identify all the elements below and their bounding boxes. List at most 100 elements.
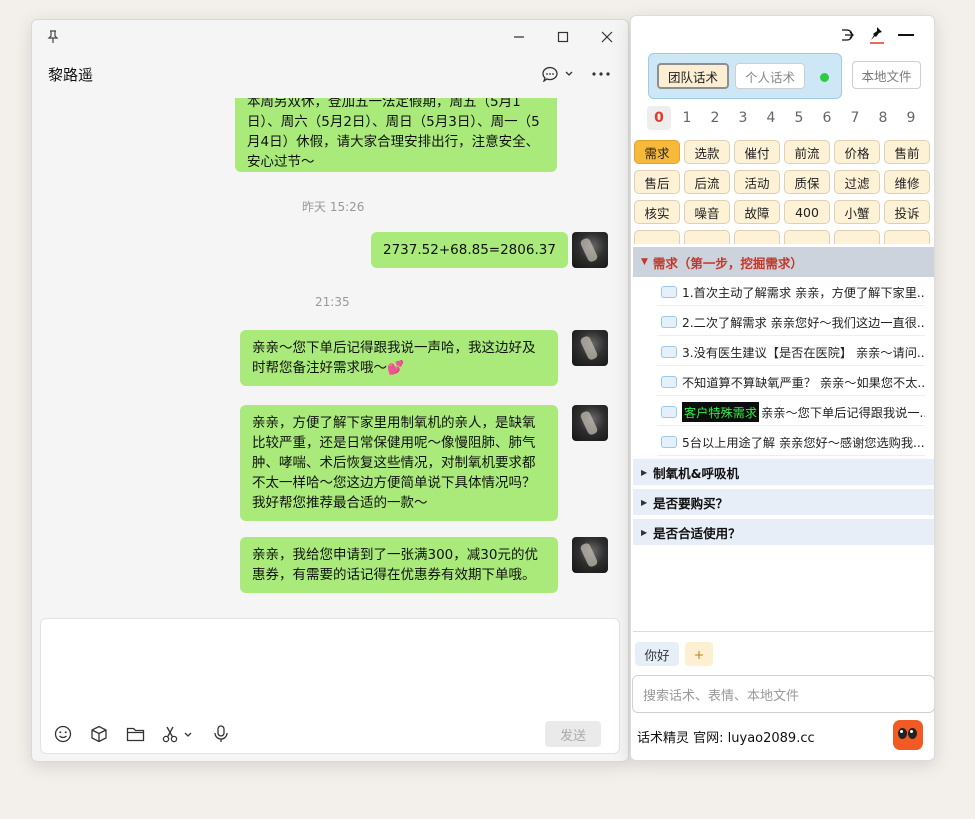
- category-chip[interactable]: 活动: [734, 170, 780, 194]
- send-button[interactable]: 发送: [545, 721, 601, 747]
- category-chip[interactable]: 过滤: [834, 170, 880, 194]
- category-chip-partial[interactable]: [684, 230, 730, 244]
- caret-right-icon: ▶: [641, 497, 648, 507]
- search-input[interactable]: 搜索话术、表情、本地文件: [632, 675, 934, 713]
- caret-right-icon: ▶: [641, 527, 648, 537]
- number-0[interactable]: 0: [647, 106, 671, 130]
- category-chip[interactable]: 故障: [734, 200, 780, 224]
- avatar[interactable]: [572, 537, 608, 573]
- script-tabs: 团队话术 个人话术: [648, 53, 842, 99]
- category-chip[interactable]: 投诉: [884, 200, 930, 224]
- status-indicator: [820, 73, 829, 82]
- avatar[interactable]: [572, 330, 608, 366]
- script-text: 亲亲～您下单后记得跟我说一...: [761, 405, 925, 420]
- quick-reply-chip[interactable]: 你好: [635, 642, 679, 666]
- timestamp: 昨天 15:26: [302, 200, 365, 214]
- local-files-button[interactable]: 本地文件: [852, 61, 921, 89]
- caret-right-icon: ▶: [641, 467, 648, 477]
- category-chip-partial[interactable]: [834, 230, 880, 244]
- script-item[interactable]: 不知道算不算缺氧严重？ 亲亲～如果您不太...: [657, 368, 925, 396]
- section-header[interactable]: ▼ 需求（第一步，挖掘需求）: [633, 247, 934, 277]
- number-1[interactable]: 1: [675, 106, 699, 130]
- message-icon: [661, 345, 677, 358]
- avatar[interactable]: [572, 405, 608, 441]
- group-row[interactable]: ▶ 是否合适使用？: [633, 519, 934, 545]
- cube-icon[interactable]: [88, 723, 110, 745]
- group-row[interactable]: ▶ 是否要购买？: [633, 489, 934, 515]
- group-title: 是否要购买？: [653, 495, 729, 511]
- script-item[interactable]: 1.首次主动了解需求 亲亲，方便了解下家里...: [657, 278, 925, 306]
- emoji-icon[interactable]: [52, 723, 74, 745]
- number-row: 0 1 2 3 4 5 6 7 8 9: [647, 106, 934, 132]
- category-chip[interactable]: 维修: [884, 170, 930, 194]
- category-chip-partial[interactable]: [884, 230, 930, 244]
- category-chip[interactable]: 价格: [834, 140, 880, 164]
- group-title: 是否合适使用？: [653, 525, 741, 541]
- number-3[interactable]: 3: [731, 106, 755, 130]
- category-chip[interactable]: 选款: [684, 140, 730, 164]
- category-chip[interactable]: 需求: [634, 140, 680, 164]
- minimize-icon[interactable]: [896, 25, 916, 45]
- pin-icon[interactable]: [867, 25, 887, 45]
- avatar[interactable]: [572, 232, 608, 268]
- number-2[interactable]: 2: [703, 106, 727, 130]
- category-chip[interactable]: 核实: [634, 200, 680, 224]
- minimize-button[interactable]: [508, 26, 530, 48]
- script-text: 5台以上用途了解 亲亲您好～感谢您选购我...: [682, 435, 925, 450]
- category-chip[interactable]: 400: [784, 200, 830, 224]
- message-bubble[interactable]: 本周另双休，登加五一法定假期，周五（5月1日）、周六（5月2日）、周日（5月3日…: [235, 98, 557, 172]
- number-4[interactable]: 4: [759, 106, 783, 130]
- more-icon[interactable]: [590, 62, 612, 86]
- maximize-button[interactable]: [552, 26, 574, 48]
- script-item[interactable]: 客户特殊需求 亲亲～您下单后记得跟我说一...: [657, 398, 925, 426]
- scissors-icon[interactable]: [161, 723, 197, 745]
- number-5[interactable]: 5: [787, 106, 811, 130]
- category-chip[interactable]: 售前: [884, 140, 930, 164]
- pin-icon[interactable]: [42, 26, 64, 48]
- number-8[interactable]: 8: [871, 106, 895, 130]
- footer-text: 话术精灵 官网: luyao2089.cc: [637, 731, 815, 746]
- message-list[interactable]: 本周另双休，登加五一法定假期，周五（5月1日）、周六（5月2日）、周日（5月3日…: [32, 98, 628, 618]
- tab-team-scripts[interactable]: 团队话术: [657, 63, 729, 89]
- category-chip[interactable]: 质保: [784, 170, 830, 194]
- script-text: 不知道算不算缺氧严重？ 亲亲～如果您不太...: [682, 375, 925, 390]
- chat-options-icon[interactable]: [540, 62, 576, 86]
- script-item[interactable]: 3.没有医生建议【是否在医院】 亲亲～请问...: [657, 338, 925, 366]
- category-chip[interactable]: 后流: [684, 170, 730, 194]
- microphone-icon[interactable]: [210, 723, 232, 745]
- category-chip[interactable]: 售后: [634, 170, 680, 194]
- chat-header: 黎路遥: [32, 56, 628, 96]
- script-assistant-panel: 团队话术 个人话术 本地文件 0 1 2 3 4 5 6 7 8 9 需求 选款…: [630, 15, 935, 761]
- script-item[interactable]: 2.二次了解需求 亲亲您好～我们这边一直很...: [657, 308, 925, 336]
- number-6[interactable]: 6: [815, 106, 839, 130]
- divider: [633, 631, 933, 632]
- group-row[interactable]: ▶ 制氧机&呼吸机: [633, 459, 934, 485]
- script-tag: 客户特殊需求: [682, 401, 760, 422]
- message-bubble[interactable]: 亲亲，我给您申请到了一张满300，减30元的优惠券，有需要的话记得在优惠券有效期…: [240, 537, 558, 593]
- tab-personal-scripts[interactable]: 个人话术: [735, 63, 805, 89]
- exit-icon[interactable]: [837, 25, 857, 45]
- category-chip[interactable]: 前流: [784, 140, 830, 164]
- message-bubble[interactable]: 亲亲～您下单后记得跟我说一声哈，我这边好及时帮您备注好需求哦～💕: [240, 330, 558, 386]
- caret-down-icon: ▼: [641, 257, 648, 267]
- category-chip[interactable]: 噪音: [684, 200, 730, 224]
- script-text: 1.首次主动了解需求 亲亲，方便了解下家里...: [682, 285, 925, 300]
- category-chip-partial[interactable]: [634, 230, 680, 244]
- category-chip-partial[interactable]: [734, 230, 780, 244]
- message-bubble[interactable]: 亲亲，方便了解下家里用制氧机的亲人，是缺氧比较严重，还是日常保健用呢～像慢阻肺、…: [240, 405, 558, 521]
- category-chip[interactable]: 催付: [734, 140, 780, 164]
- message-bubble[interactable]: 2737.52+68.85=2806.37: [371, 232, 568, 268]
- close-button[interactable]: [596, 26, 618, 48]
- category-chip[interactable]: 小蟹: [834, 200, 880, 224]
- section-title: 需求（第一步，挖掘需求）: [652, 255, 803, 271]
- number-7[interactable]: 7: [843, 106, 867, 130]
- folder-icon[interactable]: [124, 723, 146, 745]
- mascot-logo: [893, 720, 923, 750]
- script-item[interactable]: 5台以上用途了解 亲亲您好～感谢您选购我...: [657, 428, 925, 456]
- message-input[interactable]: 发送: [40, 618, 620, 754]
- category-chip-partial[interactable]: [784, 230, 830, 244]
- add-quick-reply-button[interactable]: +: [685, 642, 713, 666]
- title-bar: [32, 20, 628, 52]
- number-9[interactable]: 9: [899, 106, 923, 130]
- category-grid: 需求 选款 催付 前流 价格 售前 售后 后流 活动 质保 过滤 维修 核实 噪…: [634, 140, 934, 244]
